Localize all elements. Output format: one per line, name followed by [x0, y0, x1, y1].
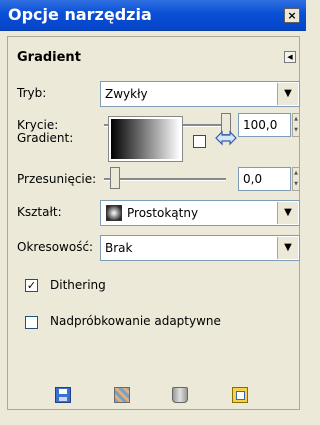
- delete-options-icon[interactable]: [172, 387, 188, 403]
- window-title: Opcje narzędzia: [8, 5, 152, 24]
- restore-options-icon[interactable]: [114, 387, 130, 403]
- tab-menu-icon: ◀: [287, 53, 293, 61]
- offset-slider-thumb[interactable]: [110, 167, 120, 189]
- mode-select[interactable]: Zwykły ▼: [100, 81, 300, 107]
- tab-menu-button[interactable]: ◀: [284, 51, 296, 63]
- offset-spin-buttons[interactable]: ▲ ▼: [292, 167, 300, 191]
- adaptive-label: Nadpróbkowanie adaptywne: [50, 314, 221, 328]
- adaptive-checkbox[interactable]: [25, 316, 38, 329]
- shape-value: Prostokątny: [127, 206, 199, 220]
- chevron-down-icon[interactable]: ▼: [277, 202, 298, 224]
- gradient-preview[interactable]: [108, 116, 183, 162]
- gradient-label: Gradient:: [17, 131, 74, 145]
- save-options-icon[interactable]: [55, 387, 71, 403]
- mode-value: Zwykły: [105, 87, 148, 101]
- opacity-label: Krycie:: [17, 118, 59, 132]
- offset-label: Przesunięcie:: [17, 172, 97, 186]
- section-title: Gradient: [17, 50, 81, 65]
- dithering-checkbox[interactable]: ✓: [25, 279, 38, 292]
- reverse-icon[interactable]: [214, 130, 238, 146]
- shape-label: Kształt:: [17, 205, 62, 219]
- chevron-down-icon[interactable]: ▼: [277, 83, 298, 105]
- mode-label: Tryb:: [17, 86, 47, 100]
- close-button[interactable]: ×: [284, 8, 300, 23]
- reset-options-icon[interactable]: [232, 387, 248, 403]
- close-icon: ×: [287, 9, 297, 22]
- window-titlebar[interactable]: Opcje narzędzia ×: [0, 0, 306, 31]
- shape-select[interactable]: Prostokątny ▼: [100, 200, 300, 226]
- opacity-spin-buttons[interactable]: ▲ ▼: [292, 113, 300, 137]
- repeat-value: Brak: [105, 241, 133, 255]
- dithering-label: Dithering: [50, 278, 106, 292]
- offset-value: 0,0: [243, 172, 263, 186]
- opacity-value: 100,0: [243, 118, 278, 132]
- reverse-checkbox[interactable]: [193, 135, 206, 148]
- repeat-label: Okresowość:: [17, 240, 94, 254]
- offset-spinbox[interactable]: 0,0: [238, 167, 291, 191]
- rectangular-shape-icon: [106, 205, 122, 221]
- chevron-down-icon[interactable]: ▼: [277, 237, 298, 259]
- opacity-spinbox[interactable]: 100,0: [238, 113, 291, 137]
- offset-slider-track[interactable]: [104, 178, 226, 181]
- repeat-select[interactable]: Brak ▼: [100, 235, 300, 261]
